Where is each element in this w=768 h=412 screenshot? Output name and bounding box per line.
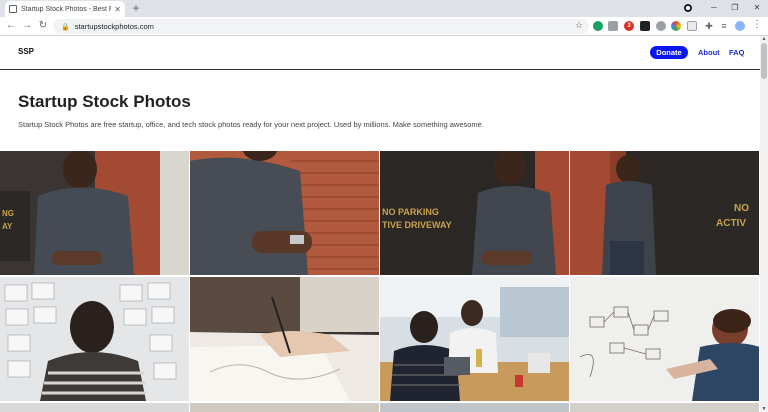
donate-button[interactable]: Donate <box>650 46 688 59</box>
browser-menu-icon[interactable]: ⋮ <box>752 19 762 30</box>
photo-man-phone-no-parking[interactable]: NO PARKING TIVE DRIVEWAY <box>380 151 569 275</box>
address-bar[interactable]: 🔒 startupstockphotos.com ☆ <box>53 19 589 34</box>
maximize-button[interactable]: ❐ <box>726 1 744 15</box>
color-picker-extension-icon[interactable] <box>671 21 681 31</box>
wall-text: NO PARKING <box>382 207 439 217</box>
photo-people-laptops-cafe[interactable] <box>380 277 569 401</box>
faq-link[interactable]: FAQ <box>729 48 744 57</box>
wall-text: TIVE DRIVEWAY <box>382 220 452 230</box>
profile-avatar-icon[interactable] <box>735 21 745 31</box>
tab-close-icon[interactable]: ✕ <box>114 5 121 14</box>
webpage: SSP Donate About FAQ Startup Stock Photo… <box>0 36 760 412</box>
photo-partial[interactable] <box>190 403 379 412</box>
minimize-button[interactable]: ─ <box>705 1 723 15</box>
scroll-down-arrow-icon[interactable]: ▼ <box>760 406 768 412</box>
tab-title: Startup Stock Photos - Best Free <box>21 5 112 13</box>
page-description: Startup Stock Photos are free startup, o… <box>18 120 484 129</box>
page-scrollbar[interactable]: ▲ ▼ <box>760 36 768 412</box>
wall-text: NG <box>2 209 14 218</box>
wall-text: AY <box>2 222 13 231</box>
extension-badge-icon[interactable]: 3 <box>624 21 634 31</box>
photo-hand-sketching[interactable] <box>190 277 379 401</box>
lock-icon: 🔒 <box>61 23 70 31</box>
scrollbar-thumb[interactable] <box>761 43 767 79</box>
site-header: SSP Donate About FAQ <box>0 36 760 70</box>
site-logo[interactable]: SSP <box>18 47 34 56</box>
extension-icon[interactable] <box>640 21 650 31</box>
photo-partial[interactable] <box>380 403 569 412</box>
browser-tab-bar: Startup Stock Photos - Best Free ✕ + ─ ❐… <box>0 0 768 17</box>
page-favicon-icon <box>9 5 17 13</box>
close-window-button[interactable]: ✕ <box>748 1 766 15</box>
forward-arrow-icon[interactable]: → <box>20 19 34 33</box>
photo-man-wall-of-sketches[interactable] <box>0 277 189 401</box>
media-control-icon[interactable] <box>684 4 692 12</box>
url-text: startupstockphotos.com <box>74 22 154 31</box>
wall-text: ACTIV <box>716 218 746 229</box>
scroll-up-arrow-icon[interactable]: ▲ <box>760 36 768 42</box>
reload-icon[interactable]: ↻ <box>36 19 50 33</box>
new-tab-button[interactable]: + <box>130 1 142 15</box>
extension-icon[interactable] <box>608 21 618 31</box>
wall-text: NO <box>734 203 749 214</box>
photo-man-leaning-no-parking[interactable]: NO ACTIV <box>570 151 759 275</box>
browser-toolbar: ← → ↻ 🔒 startupstockphotos.com ☆ 3 ✚ ≡ ⋮ <box>0 17 768 36</box>
grammarly-extension-icon[interactable] <box>593 21 603 31</box>
page-title: Startup Stock Photos <box>18 92 191 111</box>
photo-man-phone-brick-wall[interactable]: NG AY <box>0 151 189 275</box>
bookmark-star-icon[interactable]: ☆ <box>575 20 583 31</box>
photo-partial[interactable] <box>0 403 189 412</box>
extension-icon[interactable] <box>656 21 666 31</box>
about-link[interactable]: About <box>698 48 720 57</box>
photo-partial[interactable] <box>570 403 759 412</box>
browser-tab[interactable]: Startup Stock Photos - Best Free ✕ <box>5 1 125 17</box>
back-arrow-icon[interactable]: ← <box>4 19 18 33</box>
reading-list-icon[interactable]: ≡ <box>719 21 729 31</box>
extension-icon[interactable] <box>687 21 697 31</box>
puzzle-extensions-icon[interactable]: ✚ <box>704 21 714 31</box>
photo-man-whiteboard[interactable] <box>570 277 759 401</box>
photo-man-phone-closeup[interactable] <box>190 151 379 275</box>
